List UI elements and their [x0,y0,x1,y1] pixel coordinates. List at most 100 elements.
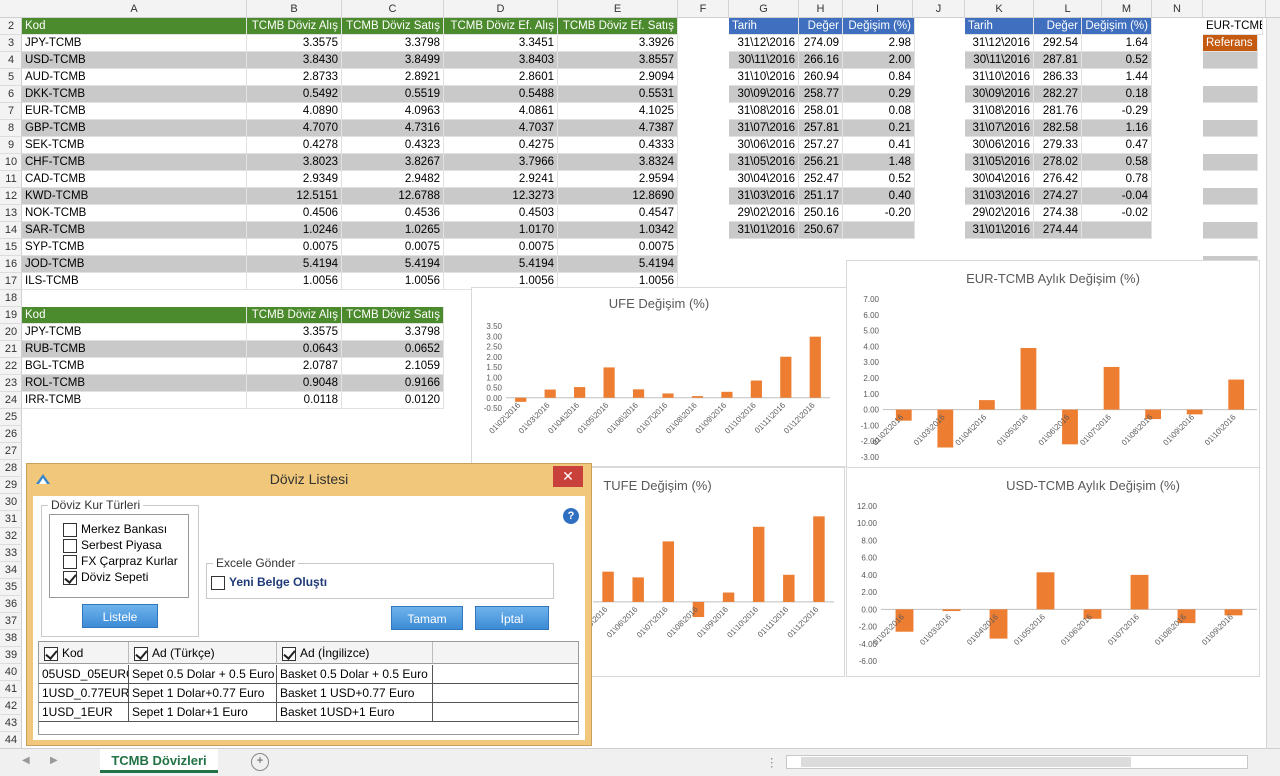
table-cell[interactable]: 12.8690 [558,188,678,205]
table-cell[interactable]: 31\01\2016 [729,222,799,239]
grid-header[interactable]: Kod [39,642,129,664]
table-cell[interactable]: 0.0643 [247,341,342,358]
row-header[interactable]: 31 [0,511,22,528]
table-cell[interactable]: 0.5519 [342,86,444,103]
table-cell[interactable]: 0.4275 [444,137,558,154]
row-header[interactable]: 28 [0,460,22,477]
header-checkbox[interactable] [282,646,296,661]
column-header[interactable]: B [247,0,342,18]
table-cell[interactable]: 4.7037 [444,120,558,137]
table-cell[interactable]: 0.08 [843,103,915,120]
column-header[interactable]: F [678,0,729,18]
table-cell[interactable]: JPY-TCMB [22,324,247,341]
table-cell[interactable]: 0.40 [843,188,915,205]
table-header[interactable]: Değişim (%) [843,18,915,35]
table-header[interactable]: Tarih [729,18,799,35]
row-header[interactable]: 43 [0,715,22,732]
table-cell[interactable]: 0.4506 [247,205,342,222]
row-header[interactable]: 13 [0,205,22,222]
table-cell[interactable]: 0.58 [1082,154,1152,171]
row-header[interactable]: 14 [0,222,22,239]
table-cell[interactable]: 30\06\2016 [965,137,1034,154]
row-header[interactable]: 12 [0,188,22,205]
grid-cell[interactable]: 05USD_05EURO [39,665,129,684]
bar[interactable] [780,356,792,398]
table-cell[interactable]: 12.3273 [444,188,558,205]
table-header[interactable]: TCMB Döviz Ef. Satış [558,18,678,35]
row-header[interactable]: 17 [0,273,22,290]
column-header[interactable]: I [843,0,913,18]
table-cell[interactable]: 0.5492 [247,86,342,103]
table-cell[interactable]: 0.0075 [558,239,678,256]
table-cell[interactable]: 3.3451 [444,35,558,52]
column-header[interactable]: K [965,0,1034,18]
table-cell[interactable]: 1.44 [1082,69,1152,86]
row-header[interactable]: 33 [0,545,22,562]
table-cell[interactable]: -0.02 [1082,205,1152,222]
table-cell[interactable]: 0.0075 [247,239,342,256]
table-cell[interactable]: 4.1025 [558,103,678,120]
ok-button[interactable]: Tamam [391,606,463,630]
table-cell[interactable]: 31\10\2016 [729,69,799,86]
row-header[interactable]: 35 [0,579,22,596]
bar[interactable] [1020,347,1037,410]
table-cell[interactable]: 3.8403 [444,52,558,69]
sheet-tab-tcmb[interactable]: TCMB Dövizleri [100,749,218,773]
row-header[interactable]: 22 [0,358,22,375]
table-cell[interactable]: 1.64 [1082,35,1152,52]
bar[interactable] [978,400,995,410]
table-header[interactable]: Tarih [965,18,1034,35]
column-header[interactable]: J [913,0,965,18]
table-cell[interactable]: 274.27 [1034,188,1082,205]
table-cell[interactable]: 4.0963 [342,103,444,120]
row-header[interactable]: 23 [0,375,22,392]
row-header[interactable]: 21 [0,341,22,358]
header-checkbox[interactable] [44,646,58,661]
table-cell[interactable]: 274.38 [1034,205,1082,222]
row-header[interactable]: 11 [0,171,22,188]
reference-cell[interactable] [1203,154,1258,171]
bar[interactable] [1036,572,1055,610]
column-header[interactable] [1203,0,1266,18]
table-cell[interactable]: 256.21 [799,154,843,171]
table-cell[interactable]: 4.7387 [558,120,678,137]
option-checkbox[interactable] [63,538,77,553]
grid-cell[interactable]: Sepet 1 Dolar+0.77 Euro [129,684,277,703]
grid-header[interactable]: Ad (İngilizce) [277,642,433,664]
grid-cell[interactable]: Basket 1USD+1 Euro [277,703,433,722]
table-cell[interactable]: 3.8023 [247,154,342,171]
table-cell[interactable]: 250.16 [799,205,843,222]
eur-tcmb-chart[interactable]: 7.00 6.00 5.00 4.00 3.00 2.00 1.00 0.00 -1.00 -2.… [846,260,1260,468]
table-cell[interactable]: 2.9594 [558,171,678,188]
table-cell[interactable]: 2.8733 [247,69,342,86]
table-cell[interactable]: 252.47 [799,171,843,188]
table-cell[interactable]: 30\06\2016 [729,137,799,154]
table-cell[interactable]: 12.6788 [342,188,444,205]
bar[interactable] [813,516,825,602]
table-cell[interactable]: JOD-TCMB [22,256,247,273]
table-cell[interactable]: 5.4194 [558,256,678,273]
table-cell[interactable]: 31\03\2016 [965,188,1034,205]
table-cell[interactable]: 274.09 [799,35,843,52]
table-cell[interactable]: 3.8557 [558,52,678,69]
row-header[interactable]: 44 [0,732,22,749]
table-cell[interactable]: 0.5531 [558,86,678,103]
table-header[interactable]: Kod [22,18,247,35]
table-cell[interactable]: GBP-TCMB [22,120,247,137]
table-cell[interactable]: RUB-TCMB [22,341,247,358]
bar[interactable] [942,609,961,612]
table-header[interactable]: TCMB Döviz Ef. Alış [444,18,558,35]
table-cell[interactable]: 3.8324 [558,154,678,171]
table-cell[interactable]: 31\07\2016 [965,120,1034,137]
table-cell[interactable]: 0.4503 [444,205,558,222]
rate-option[interactable]: FX Çarpraz Kurlar [63,554,178,569]
row-header[interactable]: 39 [0,647,22,664]
table-cell[interactable]: 31\12\2016 [729,35,799,52]
table-cell[interactable]: 2.00 [843,52,915,69]
table-cell[interactable]: 2.9241 [444,171,558,188]
table-cell[interactable]: 31\08\2016 [965,103,1034,120]
table-cell[interactable]: 29\02\2016 [729,205,799,222]
table-cell[interactable]: 31\12\2016 [965,35,1034,52]
table-cell[interactable]: 0.0120 [342,392,444,409]
bar[interactable] [752,526,765,602]
